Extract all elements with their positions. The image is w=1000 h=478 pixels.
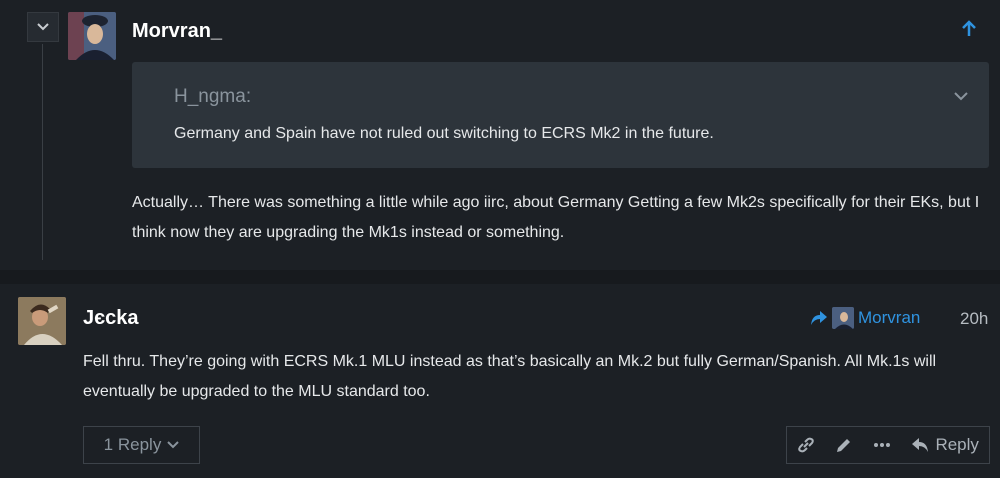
- timestamp[interactable]: 20h: [960, 309, 988, 329]
- comment-body: Fell thru. They’re going with ECRS Mk.1 …: [83, 353, 937, 400]
- chevron-down-icon: [167, 441, 180, 449]
- share-reply-icon: [811, 311, 827, 325]
- pencil-icon: [837, 439, 851, 452]
- comment-actions: Reply: [786, 426, 990, 464]
- quote-text: Germany and Spain have not ruled out swi…: [174, 125, 714, 142]
- quote-author[interactable]: H_ngma:: [174, 86, 251, 108]
- avatar[interactable]: [68, 12, 116, 60]
- edit-button[interactable]: [835, 436, 853, 454]
- comment-divider: [0, 270, 1000, 284]
- expand-quote-button[interactable]: [953, 88, 969, 106]
- reply-to-link[interactable]: Morvran: [810, 307, 920, 329]
- more-icon: [874, 443, 891, 447]
- username[interactable]: Morvran_: [132, 20, 222, 43]
- chevron-down-icon: [37, 23, 49, 31]
- replies-toggle-button[interactable]: 1 Reply: [83, 426, 200, 464]
- collapse-thread-button[interactable]: [27, 12, 59, 42]
- chevron-down-icon: [954, 92, 968, 101]
- replies-label: 1 Reply: [103, 435, 162, 454]
- username[interactable]: Jєcka: [83, 307, 139, 330]
- arrow-up-icon: [962, 20, 976, 36]
- more-options-button[interactable]: [873, 442, 891, 448]
- avatar: [832, 307, 854, 329]
- quote-block: H_ngma: Germany and Spain have not ruled…: [132, 62, 989, 168]
- thread-line: [42, 44, 43, 260]
- upvote-button[interactable]: [960, 20, 978, 43]
- reply-label: Reply: [935, 435, 979, 454]
- reply-to-username[interactable]: Morvran: [858, 308, 920, 328]
- avatar[interactable]: [18, 297, 66, 345]
- comment-body: Actually… There was something a little w…: [132, 194, 980, 241]
- reply-button[interactable]: Reply: [911, 435, 979, 455]
- permalink-button[interactable]: [797, 436, 815, 454]
- reply-icon: [912, 438, 929, 452]
- link-icon: [798, 437, 814, 453]
